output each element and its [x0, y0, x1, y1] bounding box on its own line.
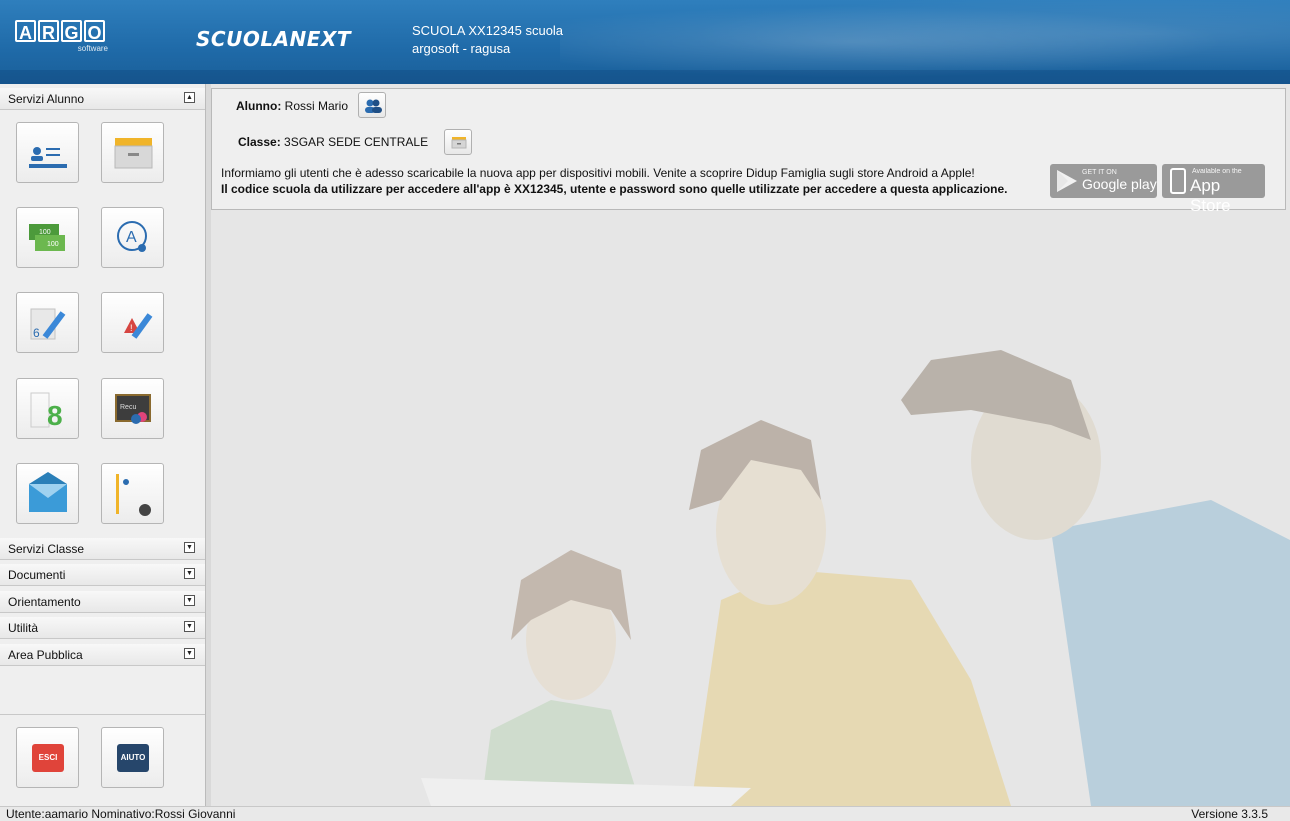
- app-store-small: Available on the: [1192, 168, 1242, 175]
- section-label: Servizi Classe: [8, 542, 85, 556]
- student-info-panel: Alunno: Rossi Mario Classe: 3SGAR SEDE C…: [211, 88, 1286, 215]
- tile-messages[interactable]: [16, 463, 79, 524]
- drawer-icon: [451, 137, 467, 149]
- section-documenti[interactable]: Documenti ▼: [0, 564, 205, 586]
- argo-letter: R: [38, 20, 59, 43]
- sidebar: Servizi Alunno ▲ 100 100 A 6 ! 8 Recu Se…: [0, 84, 211, 806]
- expand-icon[interactable]: ▼: [184, 595, 195, 606]
- app-header: A R G O software SCUOLANEXT SCUOLA XX123…: [0, 0, 1290, 84]
- recovery-blackboard-icon: Recu: [115, 394, 151, 424]
- scuolanext-brand: SCUOLANEXT: [196, 27, 352, 51]
- notice-line-2: Il codice scuola da utilizzare per acced…: [221, 182, 1008, 196]
- collapse-icon[interactable]: ▲: [184, 92, 195, 103]
- expand-icon[interactable]: ▼: [184, 648, 195, 659]
- google-play-badge[interactable]: GET IT ON Google play: [1050, 164, 1157, 198]
- version: Versione 3.3.5: [1191, 807, 1268, 821]
- scrutiny-grades-icon: 8: [30, 392, 63, 431]
- alunno-line: Alunno: Rossi Mario: [236, 99, 348, 113]
- grades-pencil-icon: 6: [30, 308, 66, 340]
- section-label: Orientamento: [8, 595, 81, 609]
- play-icon: [1057, 170, 1077, 192]
- google-play-big: Google play: [1082, 176, 1157, 192]
- expand-icon[interactable]: ▼: [184, 542, 195, 553]
- svg-text:!: !: [130, 323, 133, 333]
- classe-label: Classe:: [238, 135, 281, 149]
- alunno-label: Alunno:: [236, 99, 282, 113]
- tile-grades[interactable]: 6: [16, 292, 79, 353]
- users-icon: [365, 99, 382, 113]
- exit-label: ESCI: [32, 744, 64, 772]
- google-play-small: GET IT ON: [1082, 169, 1117, 176]
- school-info: SCUOLA XX12345 scuola argosoft - ragusa: [412, 22, 563, 58]
- section-servizi-classe[interactable]: Servizi Classe ▼: [0, 538, 205, 560]
- student-registry-icon: [29, 147, 67, 168]
- expand-icon[interactable]: ▼: [184, 621, 195, 632]
- classe-line: Classe: 3SGAR SEDE CENTRALE: [238, 135, 428, 149]
- school-name: SCUOLA XX12345 scuola: [412, 23, 564, 38]
- argo-letter: A: [15, 20, 36, 43]
- argo-sub: software: [77, 44, 108, 53]
- messages-envelope-icon: [29, 472, 67, 512]
- select-student-button[interactable]: [358, 92, 386, 118]
- tile-notes[interactable]: !: [101, 292, 164, 353]
- tile-taxes[interactable]: 100 100: [16, 207, 79, 268]
- section-label: Documenti: [8, 568, 66, 582]
- tile-absences[interactable]: A: [101, 207, 164, 268]
- argo-letter: G: [61, 20, 82, 43]
- background-illustration: [211, 210, 1290, 806]
- sidebar-divider: [0, 714, 205, 715]
- section-area-pubblica[interactable]: Area Pubblica ▼: [0, 644, 205, 666]
- svg-text:A: A: [126, 229, 137, 246]
- class-drawer-icon: [114, 138, 153, 169]
- tile-class-drawer[interactable]: [101, 122, 164, 183]
- svg-text:8: 8: [47, 400, 63, 431]
- app-store-badge[interactable]: Available on the App Store: [1162, 164, 1265, 215]
- classe-value: 3SGAR SEDE CENTRALE: [284, 135, 429, 149]
- section-label: Area Pubblica: [8, 648, 83, 662]
- argo-logo[interactable]: A R G O software: [15, 20, 110, 64]
- notice-line-1: Informiamo gli utenti che è adesso scari…: [221, 166, 975, 180]
- help-label: AIUTO: [117, 744, 149, 772]
- tile-scrutiny[interactable]: 8: [16, 378, 79, 439]
- absences-icon: A: [117, 221, 147, 252]
- section-label: Servizi Alunno: [8, 92, 85, 106]
- status-bar: Utente:aamario Nominativo:Rossi Giovanni…: [0, 806, 1290, 821]
- tile-recovery[interactable]: Recu: [101, 378, 164, 439]
- section-utilita[interactable]: Utilità ▼: [0, 617, 205, 639]
- tile-student-registry[interactable]: [16, 122, 79, 183]
- svg-text:Recu: Recu: [120, 404, 136, 411]
- argo-letter: O: [84, 20, 105, 43]
- svg-text:100: 100: [39, 229, 51, 236]
- app-store-big: App Store: [1190, 176, 1231, 215]
- school-place: argosoft - ragusa: [412, 41, 511, 56]
- phone-icon: [1170, 168, 1186, 194]
- taxes-money-icon: 100 100: [29, 224, 65, 251]
- help-button[interactable]: AIUTO: [101, 727, 164, 788]
- tile-profile[interactable]: [101, 463, 164, 524]
- user-info: Utente:aamario Nominativo:Rossi Giovanni: [6, 807, 236, 821]
- main-area: Alunno: Rossi Mario Classe: 3SGAR SEDE C…: [211, 84, 1290, 806]
- section-orientamento[interactable]: Orientamento ▼: [0, 591, 205, 613]
- app-notice: Informiamo gli utenti che è adesso scari…: [221, 165, 1007, 197]
- svg-text:100: 100: [47, 241, 59, 248]
- profile-world-icon: [116, 474, 151, 516]
- svg-text:6: 6: [33, 326, 40, 340]
- alunno-value: Rossi Mario: [284, 99, 349, 113]
- select-class-button[interactable]: [444, 129, 472, 155]
- section-servizi-alunno[interactable]: Servizi Alunno ▲: [0, 88, 205, 110]
- expand-icon[interactable]: ▼: [184, 568, 195, 579]
- section-label: Utilità: [8, 621, 39, 635]
- exit-button[interactable]: ESCI: [16, 727, 79, 788]
- header-strip: [0, 70, 1290, 84]
- notes-warning-icon: !: [124, 313, 153, 339]
